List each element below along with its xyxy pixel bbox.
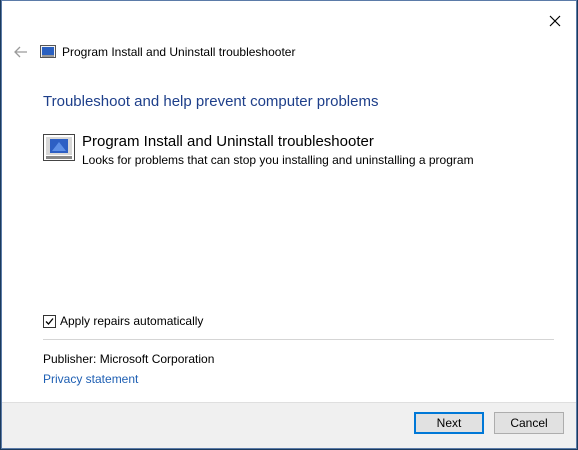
apply-repairs-option[interactable]: Apply repairs automatically <box>43 314 203 328</box>
privacy-statement-link[interactable]: Privacy statement <box>43 372 138 386</box>
divider <box>43 339 554 340</box>
back-button[interactable] <box>12 41 30 63</box>
close-button[interactable] <box>542 9 568 33</box>
apply-repairs-checkbox[interactable] <box>43 314 56 328</box>
button-bar: Next Cancel <box>2 402 576 448</box>
apply-repairs-label: Apply repairs automatically <box>60 314 204 328</box>
troubleshooter-icon <box>43 134 75 167</box>
cancel-button[interactable]: Cancel <box>494 412 564 434</box>
page-heading: Troubleshoot and help prevent computer p… <box>43 93 379 110</box>
back-arrow-icon <box>14 46 27 58</box>
troubleshooter-window: Program Install and Uninstall troublesho… <box>1 0 577 449</box>
next-button[interactable]: Next <box>414 412 484 434</box>
checkmark-icon <box>45 317 54 325</box>
troubleshooter-small-icon <box>40 45 56 64</box>
close-icon <box>549 15 561 27</box>
task-title[interactable]: Program Install and Uninstall troublesho… <box>82 133 374 150</box>
task-description: Looks for problems that can stop you ins… <box>82 153 474 167</box>
publisher-info: Publisher: Microsoft Corporation <box>43 352 215 366</box>
window-title: Program Install and Uninstall troublesho… <box>62 45 296 59</box>
